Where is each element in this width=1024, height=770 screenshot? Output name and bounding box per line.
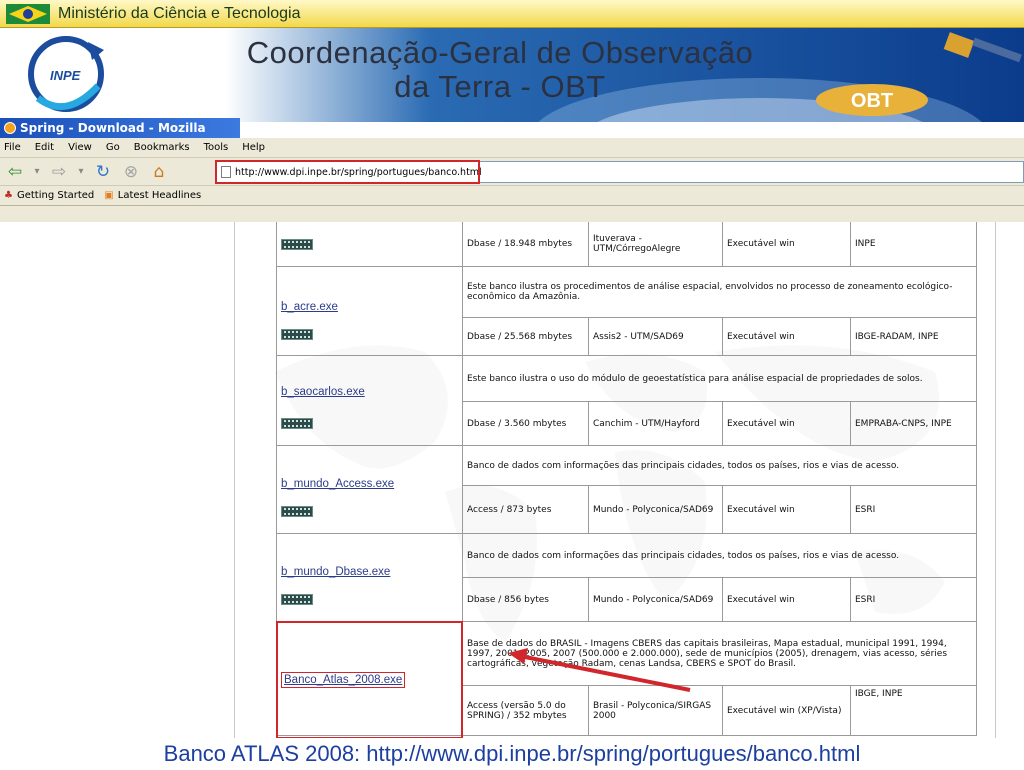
obt-banner: INPE OBT Coordenação-Geral de Observação…	[0, 28, 1024, 122]
ministry-title: Ministério da Ciência e Tecnologia	[58, 4, 301, 22]
executable-cell: Executável win	[722, 317, 851, 356]
firefox-icon	[4, 122, 16, 134]
executable-cell: Executável win (XP/Vista)	[722, 685, 851, 736]
location-cell: Mundo - Polyconica/SAD69	[588, 577, 723, 622]
film-icon	[281, 329, 313, 340]
getting-started-icon: ♣	[4, 190, 13, 201]
obt-logo: OBT	[816, 84, 928, 116]
satellite-icon	[943, 32, 1022, 63]
executable-cell: Executável win	[722, 222, 851, 267]
bookmarks-toolbar: ♣ Getting Started ▣ Latest Headlines	[0, 186, 1024, 206]
menu-tools[interactable]: Tools	[204, 142, 229, 153]
back-dropdown-icon[interactable]: ▾	[32, 161, 42, 183]
film-icon	[281, 593, 313, 605]
executable-cell: Executável win	[722, 485, 851, 534]
menu-go[interactable]: Go	[106, 142, 120, 153]
source-cell: IBGE, INPE	[850, 685, 977, 736]
rss-feed-icon: ▣	[104, 190, 114, 201]
executable-cell: Executável win	[722, 577, 851, 622]
location-cell: Assis2 - UTM/SAD69	[588, 317, 723, 356]
stop-icon[interactable]: ⊗	[120, 161, 142, 183]
table-row: Banco_Atlas_2008.exe Base de dados do BR…	[276, 621, 977, 736]
table-row: b_saocarlos.exe Este banco ilustra o uso…	[276, 355, 977, 446]
format-cell: Access (versão 5.0 do SPRING) / 352 mbyt…	[462, 685, 589, 736]
film-icon	[281, 417, 313, 429]
location-cell: Ituverava - UTM/CórregoAlegre	[588, 222, 723, 267]
download-link-b-acre[interactable]: b_acre.exe	[281, 301, 338, 313]
navigation-toolbar: ⇦ ▾ ⇨ ▾ ↻ ⊗ ⌂ http://www.dpi.inpe.br/spr…	[0, 158, 1024, 186]
executable-cell: Executável win	[722, 401, 851, 446]
description-cell: Este banco ilustra o uso do módulo de ge…	[462, 355, 977, 402]
menu-bar: File Edit View Go Bookmarks Tools Help	[0, 138, 1024, 158]
description-cell: Banco de dados com informações das princ…	[462, 533, 977, 578]
format-cell: Dbase / 25.568 mbytes	[462, 317, 589, 356]
download-link-b-mundo-dbase[interactable]: b_mundo_Dbase.exe	[281, 566, 390, 578]
slide-caption: Banco ATLAS 2008: http://www.dpi.inpe.br…	[163, 741, 861, 766]
forward-arrow-icon[interactable]: ⇨	[48, 161, 70, 183]
table-row: b_mundo_Access.exe Banco de dados com in…	[276, 445, 977, 534]
table-row: b_mundo_Dbase.exe Banco de dados com inf…	[276, 533, 977, 622]
source-cell: ESRI	[850, 577, 977, 622]
url-highlight-box	[215, 160, 480, 184]
reload-icon[interactable]: ↻	[92, 161, 114, 183]
location-cell: Canchim - UTM/Hayford	[588, 401, 723, 446]
browser-chrome: File Edit View Go Bookmarks Tools Help ⇦…	[0, 138, 1024, 222]
source-cell: EMPRABA-CNPS, INPE	[850, 401, 977, 446]
menu-help[interactable]: Help	[242, 142, 265, 153]
window-title-bar: Spring - Download - Mozilla Firefox	[0, 118, 240, 155]
description-cell: Banco de dados com informações das princ…	[462, 445, 977, 486]
location-cell: Mundo - Polyconica/SAD69	[588, 485, 723, 534]
menu-bookmarks[interactable]: Bookmarks	[134, 142, 190, 153]
ministry-bar: Ministério da Ciência e Tecnologia	[0, 0, 1024, 28]
format-cell: Dbase / 856 bytes	[462, 577, 589, 622]
format-cell: Access / 873 bytes	[462, 485, 589, 534]
table-row: Dbase / 18.948 mbytes Ituverava - UTM/Có…	[276, 222, 977, 267]
description-cell: Base de dados do BRASIL - Imagens CBERS …	[462, 621, 977, 686]
table-row: b_acre.exe Este banco ilustra os procedi…	[276, 266, 977, 356]
banner-title-line1: Coordenação-Geral de Observação	[246, 35, 754, 70]
brazil-flag-icon	[6, 3, 50, 24]
page-content: Dbase / 18.948 mbytes Ituverava - UTM/Có…	[0, 222, 1024, 738]
bookmark-getting-started[interactable]: Getting Started	[17, 190, 94, 201]
bookmark-latest-headlines[interactable]: Latest Headlines	[118, 190, 202, 201]
inpe-logo-text: INPE	[50, 68, 81, 83]
film-icon	[281, 238, 313, 250]
menu-edit[interactable]: Edit	[35, 142, 54, 153]
menu-file[interactable]: File	[4, 142, 21, 153]
source-cell: ESRI	[850, 485, 977, 534]
home-icon[interactable]: ⌂	[148, 161, 170, 183]
forward-dropdown-icon[interactable]: ▾	[76, 161, 86, 183]
download-table: Dbase / 18.948 mbytes Ituverava - UTM/Có…	[276, 222, 977, 736]
format-cell: Dbase / 3.560 mbytes	[462, 401, 589, 446]
download-link-b-mundo-access[interactable]: b_mundo_Access.exe	[281, 478, 394, 490]
back-arrow-icon[interactable]: ⇦	[4, 161, 26, 183]
obt-logo-text: OBT	[851, 90, 893, 112]
format-cell: Dbase / 18.948 mbytes	[462, 222, 589, 267]
source-cell: INPE	[850, 222, 977, 267]
film-icon	[281, 505, 313, 517]
menu-view[interactable]: View	[68, 142, 92, 153]
download-link-b-saocarlos[interactable]: b_saocarlos.exe	[281, 386, 365, 398]
location-cell: Brasil - Polyconica/SIRGAS 2000	[588, 685, 723, 736]
description-cell: Este banco ilustra os procedimentos de a…	[462, 266, 977, 318]
source-cell: IBGE-RADAM, INPE	[850, 317, 977, 356]
download-link-banco-atlas-2008[interactable]: Banco_Atlas_2008.exe	[281, 671, 406, 688]
banner-title-line2: da Terra - OBT	[394, 69, 606, 104]
